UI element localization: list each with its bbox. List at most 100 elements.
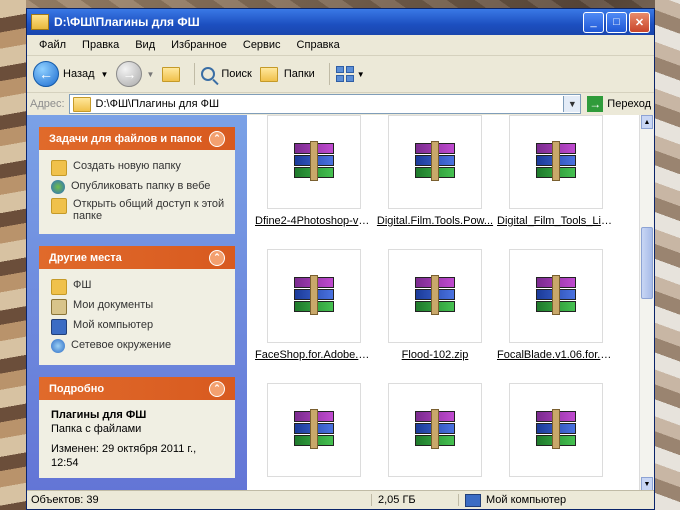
views-button[interactable]: ▼: [335, 66, 365, 82]
file-thumbnail: [388, 249, 482, 343]
minimize-button[interactable]: _: [583, 11, 604, 33]
file-item[interactable]: [255, 383, 373, 477]
search-button[interactable]: Поиск: [201, 67, 252, 81]
globe-icon: [51, 180, 65, 194]
back-arrow-icon: ←: [33, 61, 59, 87]
file-item[interactable]: Flood-102.zip: [376, 249, 494, 361]
status-location-label: Мой компьютер: [486, 494, 567, 506]
winrar-archive-icon: [294, 141, 334, 181]
menu-favorites[interactable]: Избранное: [163, 39, 235, 51]
window-title: D:\ФШ\Плагины для ФШ: [54, 15, 200, 29]
place-label: Сетевое окружение: [71, 339, 172, 351]
winrar-archive-icon: [415, 141, 455, 181]
title-bar[interactable]: D:\ФШ\Плагины для ФШ _ □ ✕: [27, 9, 654, 35]
collapse-icon[interactable]: ⌃: [209, 249, 225, 266]
folder-icon: [31, 14, 49, 30]
task-share-folder[interactable]: Открыть общий доступ к этой папке: [51, 198, 225, 222]
collapse-icon[interactable]: ⌃: [209, 380, 225, 397]
task-publish-web[interactable]: Опубликовать папку в вебе: [51, 180, 225, 194]
address-field[interactable]: D:\ФШ\Плагины для ФШ ▼: [68, 94, 582, 114]
place-my-computer[interactable]: Мой компьютер: [51, 319, 225, 335]
file-name: Digital_Film_Tools_Ligh...: [497, 215, 615, 227]
collapse-icon[interactable]: ⌃: [209, 130, 225, 147]
vertical-scrollbar[interactable]: ▲ ▼: [639, 115, 654, 491]
file-thumbnail: [267, 383, 361, 477]
scroll-down-icon[interactable]: ▼: [641, 477, 653, 491]
close-button[interactable]: ✕: [629, 11, 650, 33]
place-my-documents[interactable]: Мои документы: [51, 299, 225, 315]
folders-label: Папки: [283, 68, 315, 80]
back-dropdown-icon[interactable]: ▼: [101, 70, 109, 79]
address-label: Адрес:: [30, 98, 65, 110]
content-area: Задачи для файлов и папок ⌃ Создать нову…: [27, 115, 654, 491]
address-bar: Адрес: D:\ФШ\Плагины для ФШ ▼ → Переход: [27, 93, 654, 116]
place-label: ФШ: [73, 279, 92, 291]
status-bar: Объектов: 39 2,05 ГБ Мой компьютер: [27, 490, 654, 509]
details-panel-title: Подробно: [49, 382, 105, 395]
menu-view[interactable]: Вид: [127, 39, 163, 51]
menu-bar: Файл Правка Вид Избранное Сервис Справка: [27, 35, 654, 56]
details-type: Папка с файлами: [51, 423, 142, 435]
up-folder-icon: [162, 66, 181, 82]
forward-dropdown-icon[interactable]: ▼: [146, 70, 154, 79]
new-folder-icon: [51, 160, 67, 176]
file-thumbnail: [267, 249, 361, 343]
forward-button[interactable]: → ▼: [116, 61, 154, 87]
file-name: FocalBlade.v1.06.for.A...: [497, 349, 615, 361]
places-panel: Другие места ⌃ ФШ Мои документы Мой комп…: [39, 246, 235, 365]
file-thumbnail: [509, 249, 603, 343]
share-folder-icon: [51, 198, 67, 214]
task-new-folder[interactable]: Создать новую папку: [51, 160, 225, 176]
file-view: Dfine2-4Photoshop-ver... Digital.Film.To…: [247, 115, 654, 491]
go-button[interactable]: → Переход: [587, 96, 651, 112]
winrar-archive-icon: [536, 141, 576, 181]
places-panel-header[interactable]: Другие места ⌃: [39, 246, 235, 269]
places-panel-body: ФШ Мои документы Мой компьютер Сетевое о…: [39, 269, 235, 365]
file-thumbnail: [388, 383, 482, 477]
menu-edit[interactable]: Правка: [74, 39, 127, 51]
place-network[interactable]: Сетевое окружение: [51, 339, 225, 353]
back-label: Назад: [63, 68, 95, 80]
address-dropdown-icon[interactable]: ▼: [563, 96, 581, 112]
place-fsh[interactable]: ФШ: [51, 279, 225, 295]
winrar-archive-icon: [294, 275, 334, 315]
views-icon: [335, 66, 354, 82]
menu-file[interactable]: Файл: [31, 39, 74, 51]
winrar-archive-icon: [415, 409, 455, 449]
task-label: Создать новую папку: [73, 160, 181, 172]
file-item[interactable]: FaceShop.for.Adobe.P...: [255, 249, 373, 361]
details-panel-header[interactable]: Подробно ⌃: [39, 377, 235, 400]
file-item[interactable]: Dfine2-4Photoshop-ver...: [255, 115, 373, 227]
details-panel-body: Плагины для ФШ Папка с файлами Изменен: …: [39, 400, 235, 478]
task-label: Открыть общий доступ к этой папке: [73, 198, 225, 222]
winrar-archive-icon: [415, 275, 455, 315]
menu-help[interactable]: Справка: [289, 39, 348, 51]
scroll-up-icon[interactable]: ▲: [641, 115, 653, 129]
desktop-wallpaper-right: [655, 0, 680, 510]
menu-tools[interactable]: Сервис: [235, 39, 289, 51]
task-pane: Задачи для файлов и папок ⌃ Создать нову…: [27, 115, 247, 491]
winrar-archive-icon: [536, 275, 576, 315]
file-name: FaceShop.for.Adobe.P...: [255, 349, 373, 361]
folder-icon: [51, 279, 67, 295]
status-location: Мой компьютер: [459, 493, 654, 507]
file-item[interactable]: [497, 383, 615, 477]
file-name: Dfine2-4Photoshop-ver...: [255, 215, 373, 227]
file-thumbnail: [509, 115, 603, 209]
file-item[interactable]: FocalBlade.v1.06.for.A...: [497, 249, 615, 361]
back-button[interactable]: ← Назад ▼: [33, 61, 108, 87]
up-folder-button[interactable]: [162, 66, 181, 82]
status-size: 2,05 ГБ: [372, 494, 459, 506]
file-item[interactable]: Digital.Film.Tools.Pow...: [376, 115, 494, 227]
go-arrow-icon: →: [587, 96, 604, 112]
maximize-button[interactable]: □: [606, 11, 627, 33]
tasks-panel: Задачи для файлов и папок ⌃ Создать нову…: [39, 127, 235, 234]
file-item[interactable]: [376, 383, 494, 477]
file-item[interactable]: Digital_Film_Tools_Ligh...: [497, 115, 615, 227]
toolbar-separator: [194, 63, 196, 85]
views-dropdown-icon: ▼: [356, 69, 365, 79]
tasks-panel-header[interactable]: Задачи для файлов и папок ⌃: [39, 127, 235, 150]
documents-icon: [51, 299, 67, 315]
scrollbar-thumb[interactable]: [641, 227, 653, 299]
folders-button[interactable]: Папки: [259, 66, 315, 82]
